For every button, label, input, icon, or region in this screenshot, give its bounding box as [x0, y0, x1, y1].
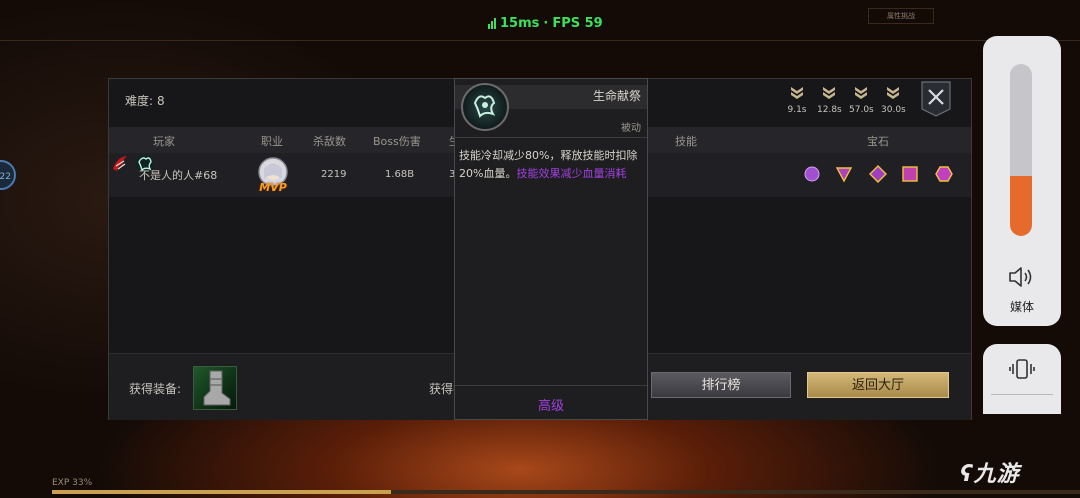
- stage-time-value: 12.8s: [817, 105, 842, 115]
- stage-time-1: 9.1s: [785, 85, 809, 115]
- skill-name: 生命献祭: [592, 89, 641, 103]
- col-skills: 技能: [675, 135, 697, 148]
- vibration-panel[interactable]: [983, 344, 1061, 414]
- exp-label: EXP 33%: [52, 478, 93, 488]
- tooltip-divider: [455, 137, 647, 138]
- player-name: 不是人的人#68: [139, 169, 218, 182]
- volume-panel: 媒体: [983, 36, 1061, 326]
- difficulty: 难度: 8: [125, 92, 165, 109]
- volume-level-fill: [1010, 175, 1032, 236]
- attribute-challenge-tab[interactable]: 属性挑战: [868, 8, 934, 24]
- ping-value: 15ms: [500, 16, 540, 31]
- top-divider: [0, 40, 1080, 41]
- life-sacrifice-icon: [473, 95, 496, 118]
- exp-bar: [52, 490, 1080, 494]
- square-gem-icon[interactable]: [901, 165, 919, 183]
- fps-value: FPS 59: [552, 16, 603, 31]
- blood-claw-skill-icon[interactable]: [109, 153, 131, 175]
- close-icon[interactable]: [921, 81, 951, 117]
- mvp-badge: MVP: [259, 181, 287, 194]
- tooltip-header: 生命献祭 被动: [455, 79, 647, 137]
- triangle-gem-icon[interactable]: [835, 165, 853, 183]
- stage-time-2: 12.8s: [817, 85, 842, 115]
- leaderboard-button[interactable]: 排行榜: [651, 372, 791, 398]
- stage-time-value: 57.0s: [849, 105, 874, 115]
- watermark-logo-icon: ʕ: [960, 462, 974, 487]
- watermark: ʕ九游: [960, 456, 1020, 488]
- network-fps-indicator: 15ms · FPS 59: [488, 16, 603, 31]
- rank-chevron-icon: [887, 87, 899, 99]
- skill-description-highlight: 技能效果减少血量消耗: [516, 167, 627, 180]
- boss-damage-value: 1.68B: [385, 169, 415, 180]
- difficulty-value: 8: [157, 94, 165, 108]
- volume-label: 媒体: [1009, 300, 1034, 314]
- signal-icon: [488, 18, 496, 29]
- col-boss-damage: Boss伤害: [373, 135, 421, 148]
- col-class: 职业: [261, 135, 283, 148]
- vibration-divider: [991, 394, 1053, 395]
- class-avatar: MVP: [255, 157, 291, 194]
- diamond-gem-icon[interactable]: [869, 165, 887, 183]
- stage-times: 9.1s 12.8s 57.0s 30.0s: [785, 85, 906, 115]
- purple-orb-gem-icon[interactable]: [803, 165, 821, 183]
- speaker-icon[interactable]: [1007, 264, 1037, 290]
- stage-time-3: 57.0s: [849, 85, 874, 115]
- rank-chevron-icon: [791, 87, 803, 99]
- col-gems: 宝石: [867, 135, 889, 148]
- difficulty-label: 难度:: [125, 94, 154, 108]
- tooltip-footer-divider: [455, 385, 647, 386]
- col-player: 玩家: [153, 135, 175, 148]
- skill-description: 技能冷却减少80%，释放技能时扣除20%血量。技能效果减少血量消耗: [459, 147, 641, 183]
- col-kills: 杀敌数: [313, 135, 346, 148]
- skill-tooltip: 生命献祭 被动 技能冷却减少80%，释放技能时扣除20%血量。技能效果减少血量消…: [454, 78, 648, 420]
- vibrate-icon: [1009, 359, 1035, 379]
- skill-level: 高级: [537, 399, 564, 414]
- equipment-item[interactable]: [193, 366, 237, 410]
- equip-label: 获得装备:: [129, 382, 182, 396]
- separator: ·: [543, 16, 549, 31]
- skill-emblem: [461, 83, 509, 131]
- watermark-text: 九游: [973, 462, 1020, 487]
- stage-time-4: 30.0s: [881, 85, 906, 115]
- armored-boot-icon: [203, 370, 231, 406]
- volume-slider[interactable]: [1010, 64, 1032, 236]
- stage-time-value: 9.1s: [787, 105, 807, 115]
- rank-chevron-icon: [855, 87, 867, 99]
- exp-bar-fill: [52, 490, 392, 494]
- hexagon-gem-icon[interactable]: [935, 165, 953, 183]
- stage-time-value: 30.0s: [881, 105, 906, 115]
- kills-value: 2219: [321, 169, 347, 180]
- return-lobby-button[interactable]: 返回大厅: [807, 372, 949, 398]
- skill-type: 被动: [621, 123, 641, 134]
- rank-chevron-icon: [823, 87, 835, 99]
